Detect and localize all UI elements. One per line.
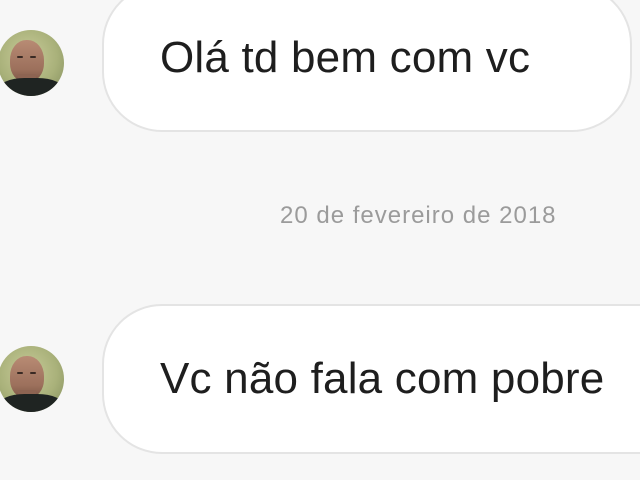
person-avatar-icon[interactable] [0, 30, 64, 96]
message-bubble[interactable]: Vc não fala com pobre [102, 304, 640, 454]
date-divider: 20 de fevereiro de 2018 [280, 202, 557, 229]
chat-thread: Olá td bem com vc 20 de fevereiro de 201… [0, 0, 640, 480]
message-text: Olá td bem com vc [160, 33, 531, 82]
message-text: Vc não fala com pobre [160, 354, 605, 403]
message-bubble[interactable]: Olá td bem com vc [102, 0, 632, 132]
person-avatar-icon[interactable] [0, 346, 64, 412]
